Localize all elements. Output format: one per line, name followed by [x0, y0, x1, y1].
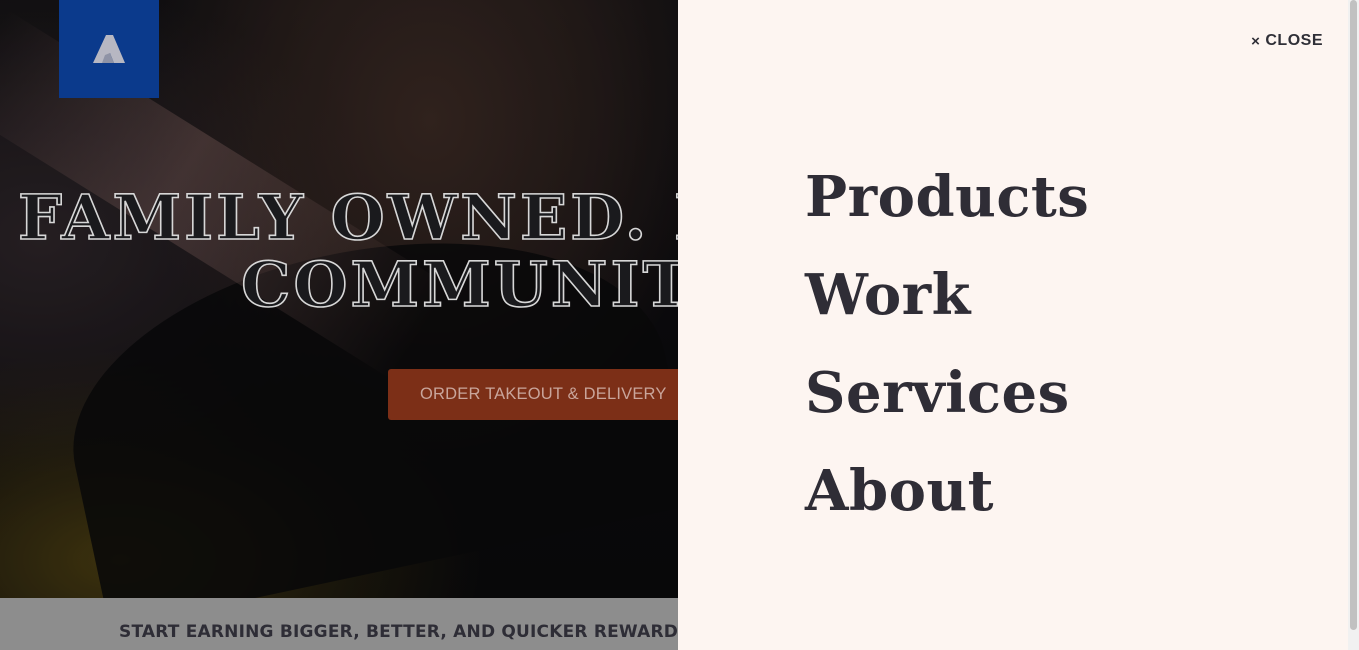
menu-item-products[interactable]: Products: [805, 148, 1089, 246]
menu-item-label: Services: [805, 360, 1070, 426]
scrollbar[interactable]: [1348, 0, 1359, 650]
menu-item-about[interactable]: About: [805, 442, 1089, 540]
close-menu-button[interactable]: × CLOSE: [1251, 32, 1323, 50]
menu-item-work[interactable]: Work: [805, 246, 1089, 344]
rewards-text: START EARNING BIGGER, BETTER, AND QUICKE…: [119, 622, 691, 642]
menu-list: Products Work Services About: [805, 148, 1089, 540]
close-icon: ×: [1251, 32, 1261, 50]
menu-item-label: Work: [805, 262, 971, 328]
close-label: CLOSE: [1265, 32, 1323, 49]
menu-item-label: About: [805, 458, 995, 524]
order-takeout-button[interactable]: ORDER TAKEOUT & DELIVERY: [388, 369, 694, 420]
menu-item-services[interactable]: Services: [805, 344, 1089, 442]
brand-logo-icon: [93, 35, 125, 63]
scrollbar-thumb[interactable]: [1350, 0, 1357, 630]
menu-item-label: Products: [805, 164, 1090, 230]
navigation-menu-panel: × CLOSE Products Work Services About: [678, 0, 1348, 650]
brand-logo-link[interactable]: [59, 0, 159, 98]
